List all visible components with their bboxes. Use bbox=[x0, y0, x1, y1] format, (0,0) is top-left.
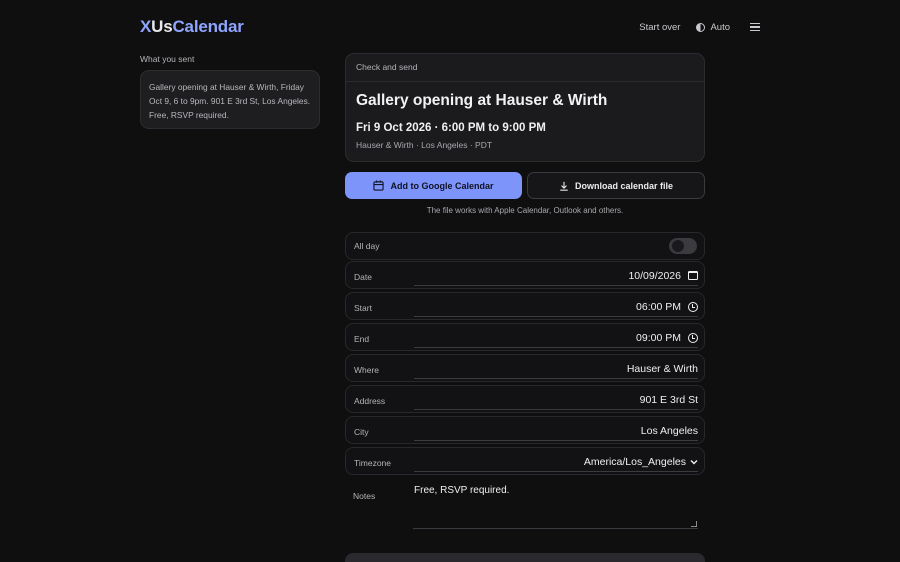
chevron-down-icon bbox=[690, 459, 698, 464]
start-time-input[interactable]: 06:00 PM bbox=[414, 297, 698, 317]
date-label: Date bbox=[354, 272, 372, 282]
date-row: Date 10/09/2026 bbox=[345, 261, 705, 289]
timezone-select[interactable]: America/Los_Angeles bbox=[414, 452, 698, 472]
header-nav: Start over Auto bbox=[639, 22, 760, 33]
sent-message: Gallery opening at Hauser & Wirth, Frida… bbox=[140, 70, 320, 129]
event-when: Fri 9 Oct 2026 · 6:00 PM to 9:00 PM bbox=[356, 122, 546, 134]
calendar-icon bbox=[373, 180, 385, 191]
start-over-link[interactable]: Start over bbox=[639, 22, 680, 33]
bottom-panel-edge bbox=[345, 553, 705, 562]
notes-label: Notes bbox=[353, 491, 376, 501]
city-label: City bbox=[354, 427, 369, 437]
app-logo[interactable]: XUsCalendar bbox=[140, 17, 244, 37]
address-input[interactable]: 901 E 3rd St bbox=[414, 390, 698, 410]
timezone-label: Timezone bbox=[354, 458, 392, 468]
event-summary-card: Check and send Gallery opening at Hauser… bbox=[345, 53, 705, 162]
address-row: Address 901 E 3rd St bbox=[345, 385, 705, 413]
toggle-knob bbox=[672, 240, 684, 252]
all-day-row: All day bbox=[345, 232, 705, 260]
where-value: Hauser & Wirth bbox=[626, 362, 698, 375]
end-value: 09:00 PM bbox=[636, 331, 681, 344]
add-to-google-calendar-button[interactable]: Add to Google Calendar bbox=[345, 172, 522, 199]
logo-calendar: Calendar bbox=[172, 17, 244, 36]
notes-textarea[interactable]: Free, RSVP required. bbox=[413, 484, 698, 529]
clock-icon[interactable] bbox=[688, 301, 698, 312]
event-title: Gallery opening at Hauser & Wirth bbox=[356, 92, 608, 109]
timezone-value: America/Los_Angeles bbox=[583, 455, 686, 468]
end-time-input[interactable]: 09:00 PM bbox=[414, 328, 698, 348]
date-value: 10/09/2026 bbox=[628, 269, 681, 282]
download-button-label: Download calendar file bbox=[574, 180, 674, 191]
theme-toggle[interactable]: Auto bbox=[696, 22, 730, 33]
clock-icon[interactable] bbox=[688, 332, 698, 343]
event-where: Hauser & Wirth · Los Angeles · PDT bbox=[356, 140, 493, 150]
start-value: 06:00 PM bbox=[636, 300, 681, 313]
download-calendar-file-button[interactable]: Download calendar file bbox=[527, 172, 705, 199]
top-bar: XUsCalendar Start over Auto bbox=[140, 15, 760, 39]
notes-value: Free, RSVP required. bbox=[414, 485, 510, 496]
start-row: Start 06:00 PM bbox=[345, 292, 705, 320]
resize-handle-icon[interactable] bbox=[691, 521, 697, 527]
all-day-label: All day bbox=[354, 241, 380, 251]
address-value: 901 E 3rd St bbox=[639, 393, 698, 406]
logo-x: X bbox=[140, 17, 152, 36]
city-value: Los Angeles bbox=[640, 424, 698, 437]
start-label: Start bbox=[354, 303, 372, 313]
card-header: Check and send bbox=[346, 54, 704, 82]
file-compat-note: The file works with Apple Calendar, Outl… bbox=[426, 206, 624, 215]
download-icon bbox=[560, 181, 568, 191]
calendar-icon[interactable] bbox=[688, 271, 698, 280]
contrast-icon bbox=[696, 22, 706, 32]
date-input[interactable]: 10/09/2026 bbox=[414, 266, 698, 286]
end-row: End 09:00 PM bbox=[345, 323, 705, 351]
theme-label: Auto bbox=[710, 21, 730, 33]
address-label: Address bbox=[354, 396, 386, 406]
where-row: Where Hauser & Wirth bbox=[345, 354, 705, 382]
city-row: City Los Angeles bbox=[345, 416, 705, 444]
end-label: End bbox=[354, 334, 370, 344]
city-input[interactable]: Los Angeles bbox=[414, 421, 698, 441]
all-day-toggle[interactable] bbox=[669, 238, 697, 254]
timezone-row: Timezone America/Los_Angeles bbox=[345, 447, 705, 475]
where-label: Where bbox=[354, 365, 380, 375]
google-button-label: Add to Google Calendar bbox=[390, 180, 494, 191]
where-input[interactable]: Hauser & Wirth bbox=[414, 359, 698, 379]
logo-us: Us bbox=[151, 17, 173, 36]
menu-icon[interactable] bbox=[750, 23, 760, 31]
sent-label: What you sent bbox=[140, 54, 195, 64]
